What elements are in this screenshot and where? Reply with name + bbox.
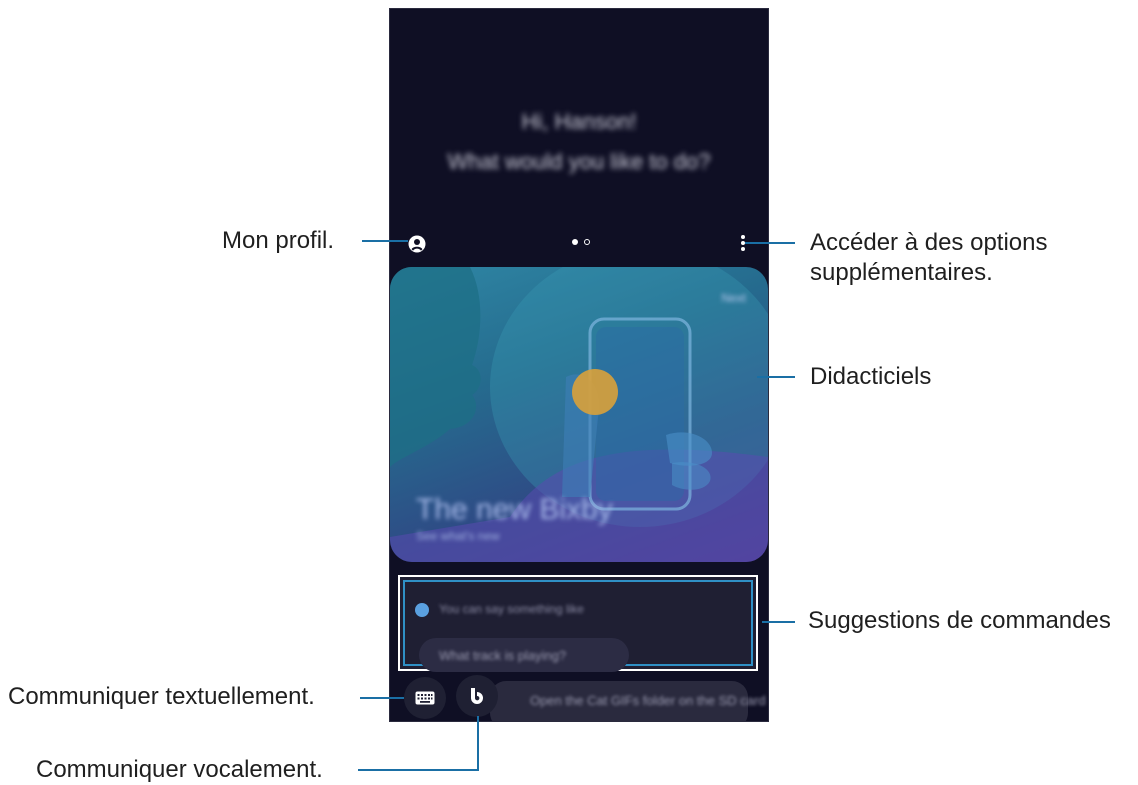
suggestions-highlight-frame: You can say something like What track is… xyxy=(403,580,753,672)
callout-text-input: Communiquer textuellement. xyxy=(8,683,315,710)
suggestion-chip[interactable]: What track is playing? xyxy=(419,638,629,672)
greeting-name: Hi, Hanson! xyxy=(521,109,637,134)
card-next-label[interactable]: Next xyxy=(721,291,746,305)
callout-line-tutorials xyxy=(757,376,795,378)
callout-line-profile xyxy=(362,240,408,242)
bixby-home-screen: Hi, Hanson! What would you like to do? N… xyxy=(389,8,769,722)
page-dot-inactive xyxy=(584,239,590,245)
suggestion-chip-bottom-text: Open the Cat GIFs folder on the SD card xyxy=(530,693,766,708)
page-indicator xyxy=(572,239,590,245)
voice-button[interactable] xyxy=(456,675,498,717)
callout-tutorials: Didacticiels xyxy=(810,363,932,390)
bixby-voice-icon xyxy=(471,688,483,704)
keyboard-icon xyxy=(415,691,435,705)
greeting-question: What would you like to do? xyxy=(447,149,711,174)
suggestions-hint: You can say something like xyxy=(439,602,584,616)
page-dot-active xyxy=(572,239,578,245)
keyboard-button[interactable] xyxy=(404,677,446,719)
callout-voice-input: Communiquer vocalement. xyxy=(36,756,323,783)
card-title: The new Bixby xyxy=(416,493,613,526)
callout-line-suggestions xyxy=(762,621,795,623)
callout-line-more-options xyxy=(745,242,795,244)
tutorial-card[interactable]: Next The new Bixby See what's new xyxy=(390,267,768,562)
callout-suggestions: Suggestions de commandes xyxy=(808,607,1111,634)
callout-line-text-input xyxy=(360,697,404,699)
card-subtitle: See what's new xyxy=(416,529,500,543)
callout-line-voice-horizontal xyxy=(358,769,479,771)
bixby-bubble-icon xyxy=(415,603,429,617)
callout-profile: Mon profil. xyxy=(222,227,335,254)
suggestion-chip-bottom[interactable]: Open the Cat GIFs folder on the SD card xyxy=(490,681,766,721)
suggestion-chip-text: What track is playing? xyxy=(439,648,567,663)
command-suggestions-panel: You can say something like What track is… xyxy=(398,575,758,672)
callout-more-options-line1: Accéder à des options xyxy=(810,229,1048,256)
callout-line-voice-vertical xyxy=(477,716,479,771)
profile-icon[interactable] xyxy=(408,235,426,253)
callout-more-options-line2: supplémentaires. xyxy=(810,259,993,286)
